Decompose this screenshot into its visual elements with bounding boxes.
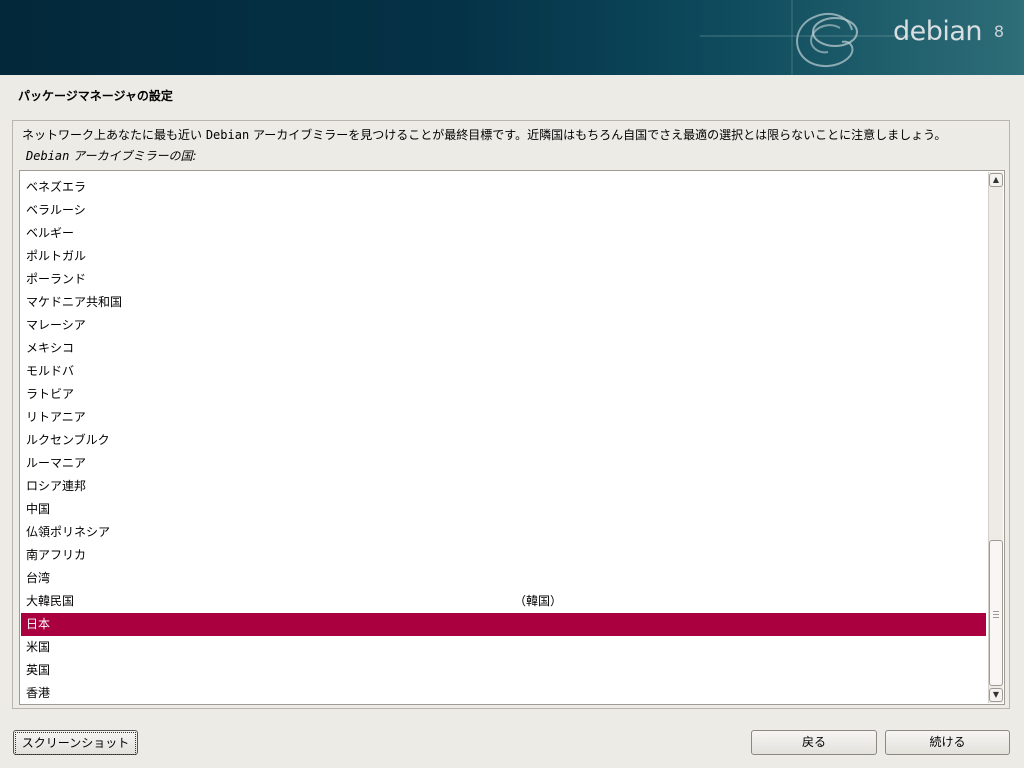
screenshot-button[interactable]: スクリーンショット xyxy=(13,730,138,755)
country-name: 南アフリカ xyxy=(26,548,87,562)
country-name: 台湾 xyxy=(26,571,51,585)
country-list-item[interactable]: ベラルーシ xyxy=(21,199,986,222)
country-name: ルーマニア xyxy=(26,456,87,470)
installer-banner: debian 8 xyxy=(0,0,1024,75)
country-name: 香港 xyxy=(26,686,51,700)
country-name: ロシア連邦 xyxy=(26,479,87,493)
description-part1: ネットワーク上あなたに最も近い xyxy=(22,128,206,142)
prompt-debian: Debian xyxy=(26,149,70,163)
grip-icon xyxy=(993,611,999,618)
prompt-rest: アーカイブミラーの国: xyxy=(69,149,197,163)
country-list-item[interactable]: 米国 xyxy=(21,636,986,659)
country-list-item[interactable]: ベルギー xyxy=(21,222,986,245)
debian-logo-text: debian xyxy=(892,16,983,47)
description-text: ネットワーク上あなたに最も近い Debian アーカイブミラーを見つけることが最… xyxy=(22,126,946,143)
scroll-down-icon[interactable]: ▼ xyxy=(989,688,1003,702)
question-prompt: Debian アーカイブミラーの国: xyxy=(26,147,197,164)
country-name: 大韓民国 xyxy=(26,594,75,608)
country-name: 中国 xyxy=(26,502,51,516)
country-name: マケドニア共和国 xyxy=(26,295,123,309)
country-name: ルクセンブルク xyxy=(26,433,110,447)
country-name: メキシコ xyxy=(26,341,75,355)
country-list-item[interactable]: ラトビア xyxy=(21,383,986,406)
country-list-item[interactable]: ルクセンブルク xyxy=(21,429,986,452)
country-list-item[interactable]: 中国 xyxy=(21,498,986,521)
country-list-item[interactable]: ルーマニア xyxy=(21,452,986,475)
country-name: リトアニア xyxy=(26,410,86,424)
country-name: ポーランド xyxy=(26,272,87,286)
country-name: 米国 xyxy=(26,640,51,654)
page-title: パッケージマネージャの設定 xyxy=(18,89,173,103)
country-name: ラトビア xyxy=(26,387,75,401)
debian-swirl-icon xyxy=(700,0,910,75)
country-name: ベラルーシ xyxy=(26,203,86,217)
country-name: 仏領ポリネシア xyxy=(26,525,111,539)
country-name: 日本 xyxy=(26,617,51,631)
country-name: ベルギー xyxy=(26,226,75,240)
country-list-item[interactable]: ロシア連邦 xyxy=(21,475,986,498)
scroll-up-icon[interactable]: ▲ xyxy=(989,173,1003,187)
debian-logo-version: 8 xyxy=(993,22,1004,41)
country-list-item[interactable]: ベネズエラ xyxy=(21,176,986,199)
scroll-thumb[interactable] xyxy=(989,540,1003,686)
country-list-item[interactable]: マレーシア xyxy=(21,314,986,337)
country-list-box[interactable]: ベネズエラベラルーシベルギーポルトガルポーランドマケドニア共和国 マレーシアメキシ… xyxy=(19,170,1005,705)
country-list-item[interactable]: 南アフリカ xyxy=(21,544,986,567)
country-list-item[interactable]: 英国 xyxy=(21,659,986,682)
country-list-item[interactable]: ポルトガル xyxy=(21,245,986,268)
screenshot-button-label: スクリーンショット xyxy=(15,732,136,755)
country-name: モルドバ xyxy=(26,364,75,378)
country-name: マレーシア xyxy=(26,318,86,332)
country-list-item[interactable]: 台湾 xyxy=(21,567,986,590)
country-note: （韓国） xyxy=(514,594,563,608)
continue-button[interactable]: 続ける xyxy=(885,730,1010,755)
country-name: ベネズエラ xyxy=(26,180,87,194)
country-name: ポルトガル xyxy=(26,249,87,263)
country-name: 英国 xyxy=(26,663,51,677)
country-list-item[interactable]: マケドニア共和国 xyxy=(21,291,986,314)
country-list-item[interactable]: 大韓民国 （韓国） xyxy=(21,590,986,613)
description-part2: アーカイブミラーを見つけることが最終目標です。近隣国はもちろん自国でさえ最適の選… xyxy=(249,128,947,142)
country-list-item[interactable]: モルドバ xyxy=(21,360,986,383)
back-button[interactable]: 戻る xyxy=(751,730,877,755)
country-list-item[interactable]: 日本 xyxy=(21,613,986,636)
country-list-item[interactable]: メキシコ xyxy=(21,337,986,360)
country-list-item[interactable]: リトアニア xyxy=(21,406,986,429)
description-debian: Debian xyxy=(205,128,250,142)
country-list-item[interactable]: 仏領ポリネシア xyxy=(21,521,986,544)
country-list-item[interactable]: ポーランド xyxy=(21,268,986,291)
country-list[interactable]: ベネズエラベラルーシベルギーポルトガルポーランドマケドニア共和国 マレーシアメキシ… xyxy=(21,176,986,704)
vertical-scrollbar[interactable]: ▲ ▼ xyxy=(988,172,1003,703)
country-list-item[interactable]: 香港 xyxy=(21,682,986,704)
